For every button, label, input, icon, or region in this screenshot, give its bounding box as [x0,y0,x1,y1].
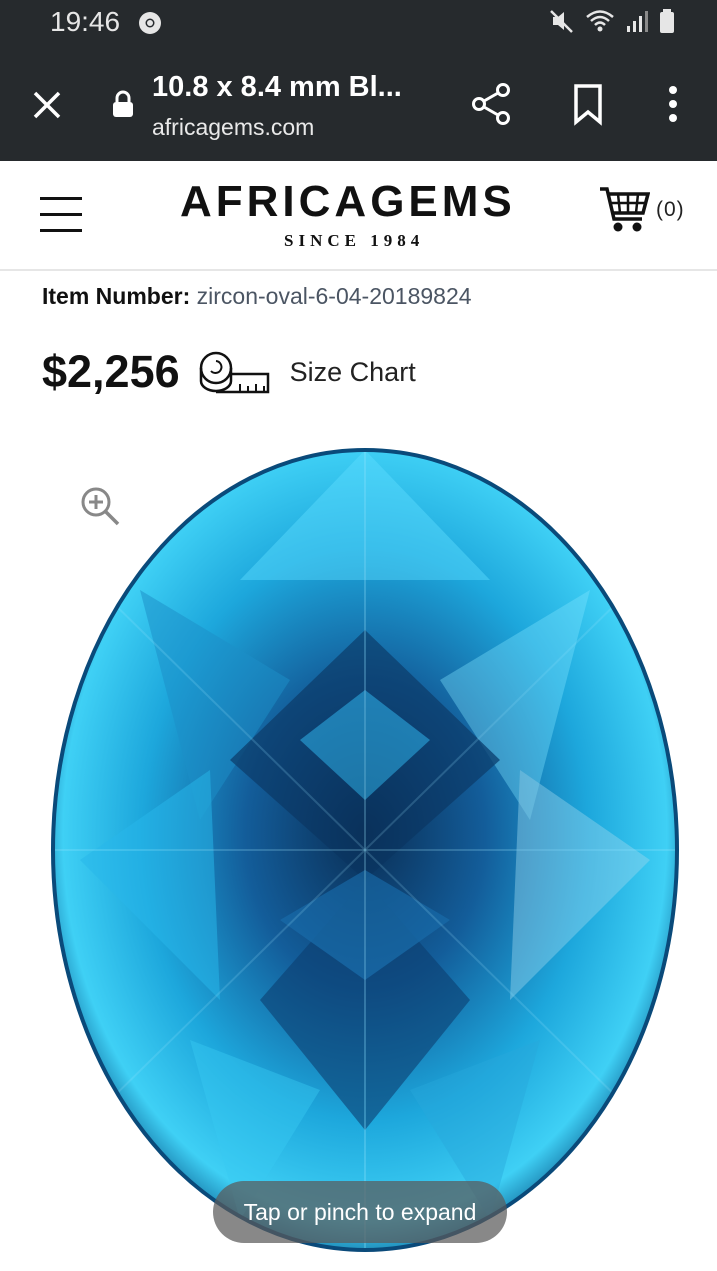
hamburger-menu-icon[interactable] [40,197,82,233]
brand-logo[interactable]: AFRICAGEMS [180,177,516,227]
status-time: 19:46 [50,6,121,37]
brand-tagline: SINCE 1984 [284,231,425,250]
browser-toolbar: 10.8 x 8.4 mm Bl... africagems.com [0,46,717,161]
size-chart-link[interactable]: Size Chart [290,357,416,388]
mute-icon [550,10,573,33]
more-vert-icon[interactable] [661,82,685,126]
chrome-icon [139,12,161,34]
price: $2,256 [42,346,180,397]
zoom-in-icon[interactable] [78,484,122,528]
expand-hint-toast: Tap or pinch to expand [213,1181,507,1243]
status-icons [549,8,675,34]
bookmark-icon[interactable] [570,82,606,126]
signal-icon [627,11,648,32]
cart-button[interactable]: (0) [598,185,685,235]
share-icon[interactable] [470,82,514,126]
cart-count: (0) [656,198,685,221]
url-domain[interactable]: africagems.com [152,114,314,141]
shopping-cart-icon [600,187,650,232]
battery-icon [660,9,674,33]
product-gem-image[interactable] [40,440,690,1260]
close-icon[interactable] [30,88,64,122]
lock-icon[interactable] [112,90,134,118]
item-number-label: Item Number: [42,283,191,309]
page-title[interactable]: 10.8 x 8.4 mm Bl... [152,71,402,104]
wifi-icon [586,10,614,32]
measuring-tape-icon[interactable] [198,348,270,396]
status-bar: 19:46 [0,0,717,46]
site-header: AFRICAGEMS SINCE 1984 (0) [0,161,717,271]
price-row: $2,256 Size Chart [42,346,416,398]
item-number-value: zircon-oval-6-04-20189824 [196,283,472,309]
item-number-row: Item Number: zircon-oval-6-04-20189824 [42,283,472,310]
